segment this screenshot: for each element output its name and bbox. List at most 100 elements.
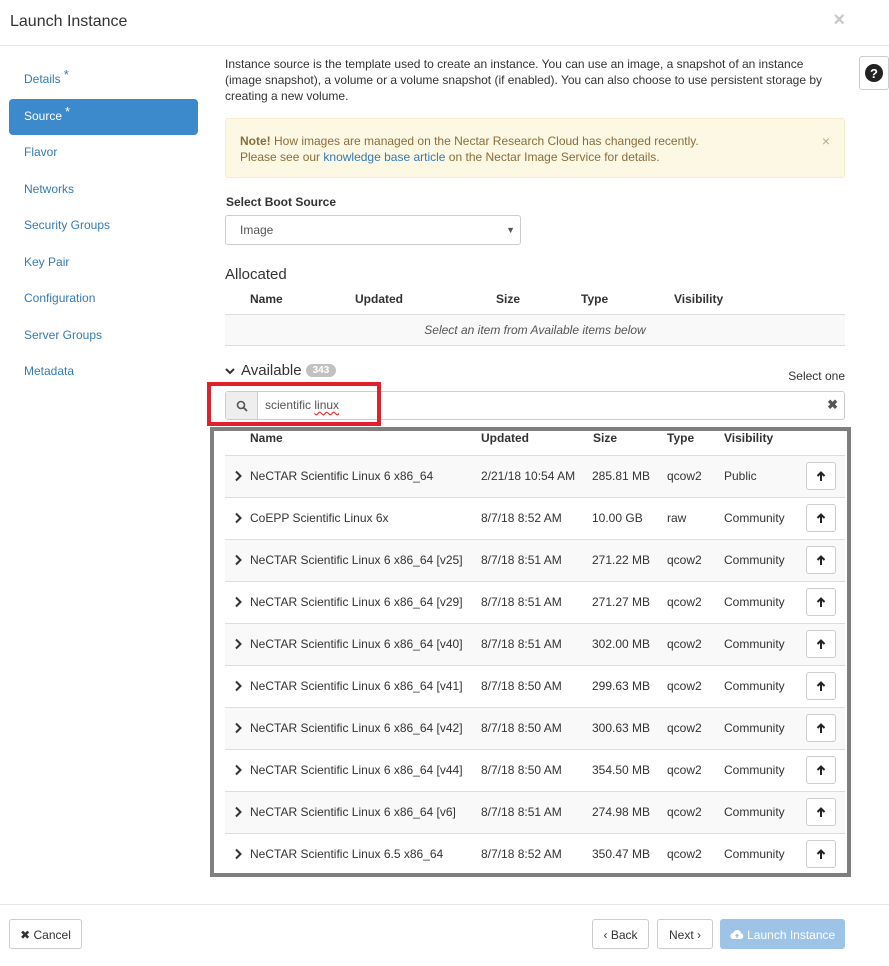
table-row[interactable]: NeCTAR Scientific Linux 6 x86_64 [v40] 8/…	[225, 623, 845, 665]
table-row[interactable]: NeCTAR Scientific Linux 6 x86_64 2/21/18 …	[225, 455, 845, 497]
image-visibility: Community	[724, 511, 785, 525]
help-button[interactable]: ?	[859, 56, 889, 90]
allocate-button[interactable]	[806, 630, 836, 658]
allocate-button[interactable]	[806, 546, 836, 574]
column-header-name[interactable]: Name	[250, 431, 283, 445]
chevron-right-icon[interactable]	[233, 806, 243, 818]
allocate-button[interactable]	[806, 714, 836, 742]
column-header-updated[interactable]: Updated	[481, 431, 529, 445]
allocate-button[interactable]	[806, 798, 836, 826]
sidebar-item-networks[interactable]: Networks	[9, 172, 198, 208]
image-visibility: Public	[724, 469, 757, 483]
allocate-button[interactable]	[806, 588, 836, 616]
sidebar-item-label: Networks	[24, 181, 75, 196]
image-notice-alert: Note! How images are managed on the Nect…	[225, 118, 845, 178]
image-type: raw	[667, 511, 687, 525]
arrow-up-icon	[816, 596, 826, 607]
image-name: NeCTAR Scientific Linux 6 x86_64	[250, 469, 434, 483]
image-size: 300.63 MB	[592, 721, 651, 735]
table-row[interactable]: CoEPP Scientific Linux 6x 8/7/18 8:52 AM 1…	[225, 497, 845, 539]
column-header-updated: Updated	[355, 292, 403, 306]
chevron-right-icon[interactable]	[233, 680, 243, 692]
sidebar-item-metadata[interactable]: Metadata	[9, 354, 198, 390]
close-icon[interactable]: ×	[833, 10, 845, 30]
sidebar-item-details[interactable]: Details *	[9, 62, 198, 98]
allocated-title: Allocated	[225, 266, 287, 283]
sidebar-item-source[interactable]: Source *	[9, 98, 198, 135]
arrow-up-icon	[816, 806, 826, 817]
image-size: 285.81 MB	[592, 469, 651, 483]
caret-down-icon: ▼	[506, 225, 515, 235]
sidebar-item-flavor[interactable]: Flavor	[9, 135, 198, 171]
boot-source-select[interactable]: Image ▼	[225, 215, 521, 245]
image-updated: 8/7/18 8:52 AM	[481, 847, 562, 861]
table-row[interactable]: NeCTAR Scientific Linux 6 x86_64 [v29] 8/…	[225, 581, 845, 623]
sidebar-item-key-pair[interactable]: Key Pair	[9, 245, 198, 281]
table-row[interactable]: NeCTAR Scientific Linux 6.5 x86_64 8/7/18…	[225, 833, 845, 875]
chevron-right-icon[interactable]	[233, 722, 243, 734]
knowledge-base-link[interactable]: knowledge base article	[323, 150, 445, 164]
image-name: NeCTAR Scientific Linux 6 x86_64 [v25]	[250, 553, 463, 567]
arrow-up-icon	[816, 848, 826, 859]
image-updated: 8/7/18 8:50 AM	[481, 763, 562, 777]
chevron-right-icon[interactable]	[233, 554, 243, 566]
cloud-upload-icon	[730, 929, 744, 940]
arrow-up-icon	[816, 680, 826, 691]
image-visibility: Community	[724, 637, 785, 651]
launch-instance-button[interactable]: Launch Instance	[720, 919, 845, 949]
arrow-up-icon	[816, 512, 826, 523]
available-title: Available	[241, 362, 302, 379]
chevron-right-icon[interactable]	[233, 638, 243, 650]
sidebar-item-configuration[interactable]: Configuration	[9, 281, 198, 317]
chevron-right-icon[interactable]	[233, 512, 243, 524]
table-row[interactable]: NeCTAR Scientific Linux 6 x86_64 [v41] 8/…	[225, 665, 845, 707]
allocate-button[interactable]	[806, 504, 836, 532]
image-name: NeCTAR Scientific Linux 6 x86_64 [v6]	[250, 805, 456, 819]
sidebar-item-security-groups[interactable]: Security Groups	[9, 208, 198, 244]
chevron-right-icon[interactable]	[233, 848, 243, 860]
image-size: 302.00 MB	[592, 637, 651, 651]
image-size: 271.22 MB	[592, 553, 651, 567]
sidebar-item-label: Security Groups	[24, 218, 111, 232]
image-type: qcow2	[667, 553, 702, 567]
cancel-button[interactable]: ✖ Cancel	[9, 919, 82, 949]
back-button[interactable]: ‹ Back	[592, 919, 649, 949]
source-help-text: Instance source is the template used to …	[225, 57, 823, 103]
chevron-right-icon[interactable]	[233, 764, 243, 776]
note-line1: How images are managed on the Nectar Res…	[270, 134, 699, 148]
next-button[interactable]: Next ›	[657, 919, 713, 949]
available-toggle[interactable]: Available 343	[225, 362, 337, 379]
allocated-table-header: Name Updated Size Type Visibility	[225, 292, 845, 314]
close-icon[interactable]: ×	[822, 133, 830, 149]
sidebar-item-server-groups[interactable]: Server Groups	[9, 318, 198, 354]
allocate-button[interactable]	[806, 462, 836, 490]
note-line2-pre: Please see our	[240, 150, 324, 164]
image-visibility: Community	[724, 553, 785, 567]
column-header-size[interactable]: Size	[593, 431, 617, 445]
image-name: NeCTAR Scientific Linux 6 x86_64 [v44]	[250, 763, 463, 777]
column-header-type[interactable]: Type	[667, 431, 694, 445]
image-type: qcow2	[667, 805, 702, 819]
image-updated: 8/7/18 8:50 AM	[481, 679, 562, 693]
allocate-button[interactable]	[806, 756, 836, 784]
clear-search-icon[interactable]: ✖	[827, 397, 838, 413]
table-row[interactable]: NeCTAR Scientific Linux 6 x86_64 [v44] 8/…	[225, 749, 845, 791]
allocate-button[interactable]	[806, 840, 836, 868]
table-row[interactable]: NeCTAR Scientific Linux 6 x86_64 [v25] 8/…	[225, 539, 845, 581]
column-header-name: Name	[250, 292, 283, 306]
column-header-visibility[interactable]: Visibility	[724, 431, 773, 445]
question-icon: ?	[865, 64, 883, 82]
chevron-down-icon	[225, 367, 235, 374]
table-row[interactable]: NeCTAR Scientific Linux 6 x86_64 [v42] 8/…	[225, 707, 845, 749]
column-header-visibility: Visibility	[674, 292, 724, 306]
image-type: qcow2	[667, 469, 702, 483]
table-row[interactable]: NeCTAR Scientific Linux 6 x86_64 [v6] 8/7…	[225, 791, 845, 833]
chevron-right-icon[interactable]	[233, 596, 243, 608]
boot-source-value: Image	[240, 223, 274, 237]
image-visibility: Community	[724, 763, 785, 777]
image-visibility: Community	[724, 805, 785, 819]
launch-label: Launch Instance	[747, 928, 836, 942]
chevron-right-icon[interactable]	[233, 470, 243, 482]
allocate-button[interactable]	[806, 672, 836, 700]
back-label: Back	[610, 928, 638, 942]
